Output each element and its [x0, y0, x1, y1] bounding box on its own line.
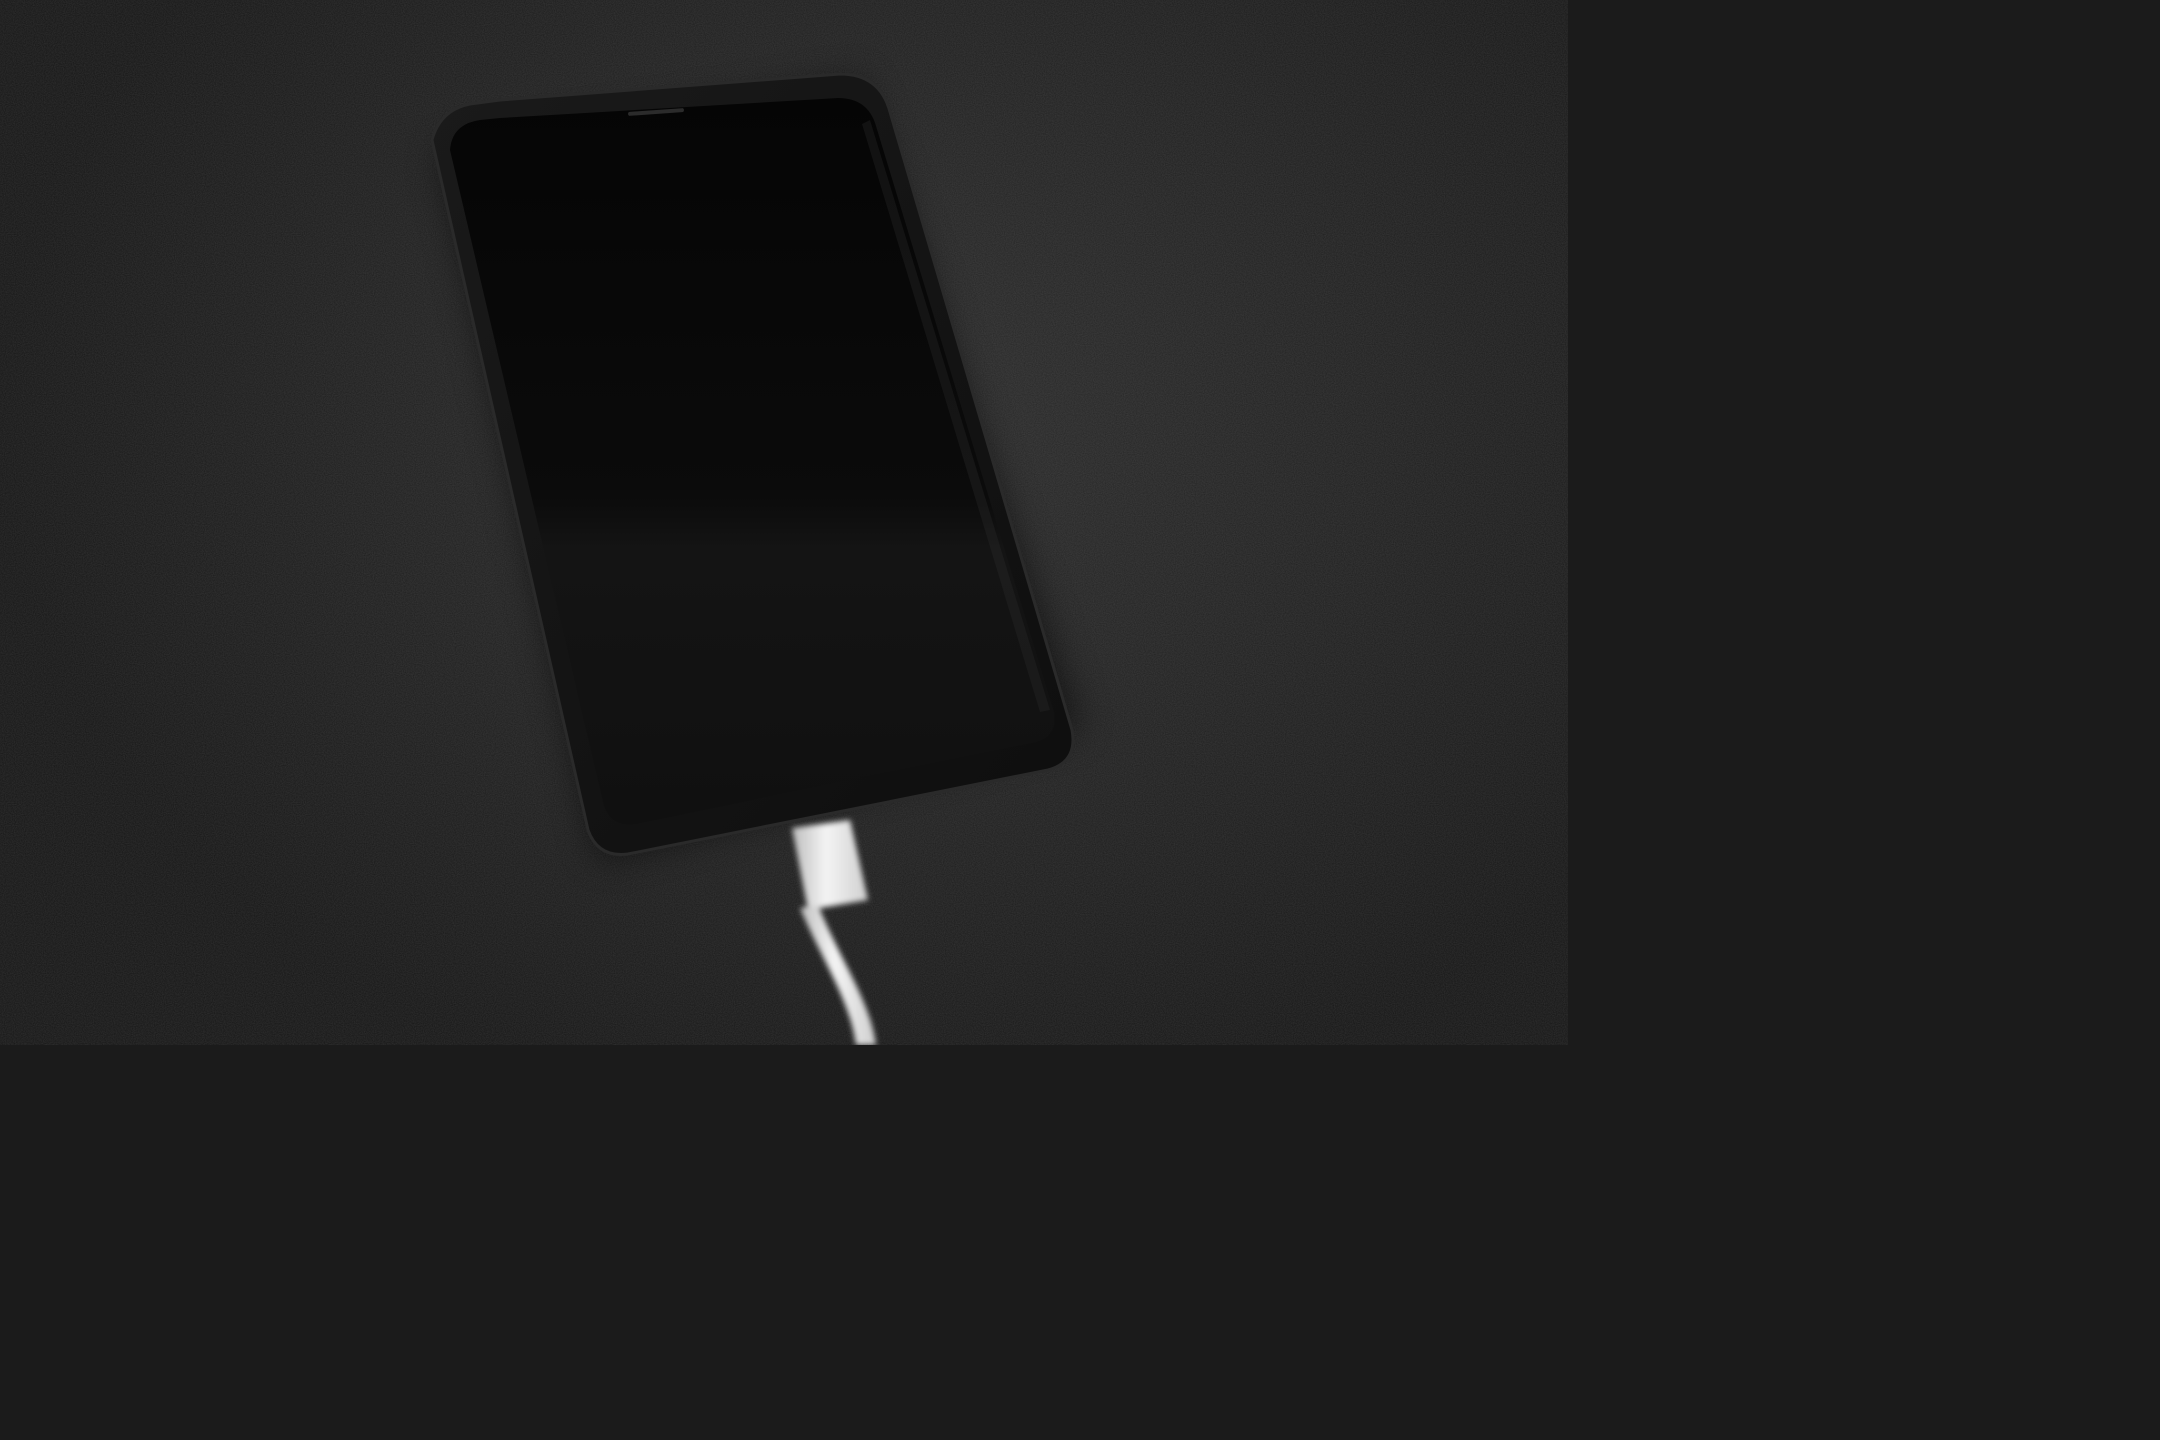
- scene-svg: [0, 0, 1568, 1045]
- photo-scene: [0, 0, 1568, 1045]
